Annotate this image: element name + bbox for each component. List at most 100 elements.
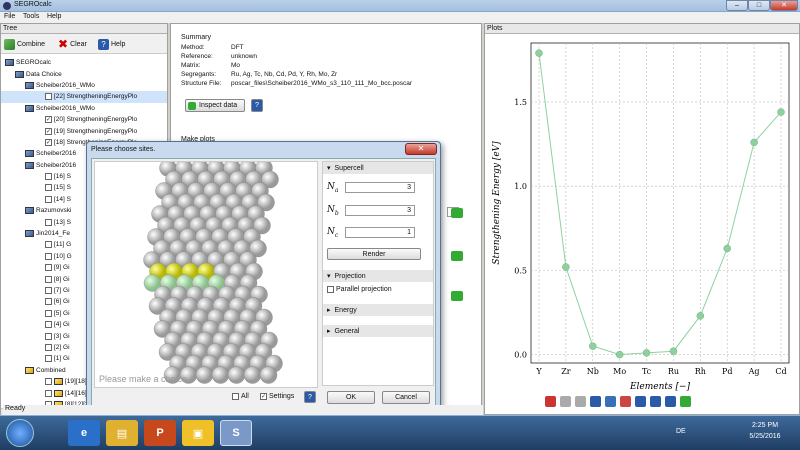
tree-checkbox[interactable]	[45, 93, 52, 101]
x-tick-label: Ag	[748, 367, 760, 376]
tree-checkbox[interactable]	[45, 252, 52, 260]
atom[interactable]	[259, 366, 278, 384]
start-button[interactable]	[6, 419, 34, 447]
atom-structure[interactable]	[95, 162, 318, 388]
apply-icon[interactable]	[451, 251, 463, 261]
y-tick-label: 0.5	[514, 266, 527, 275]
help-icon[interactable]	[665, 396, 676, 407]
energy-section[interactable]: ▸ Energy	[323, 304, 433, 316]
parallel-projection-checkbox[interactable]: Parallel projection	[327, 286, 392, 293]
zoom-icon[interactable]	[605, 396, 616, 407]
tree-item[interactable]: ✓ [19] StrengtheningEnergyPlo	[1, 125, 167, 136]
tree-checkbox[interactable]	[45, 287, 52, 294]
tree-checkbox[interactable]	[45, 309, 52, 317]
settings-checkbox[interactable]: ✓ Settings	[260, 393, 294, 400]
supercell-section[interactable]: ▾ Supercell	[323, 162, 433, 174]
ie-icon[interactable]: e	[68, 420, 100, 446]
apply-icon[interactable]	[451, 291, 463, 301]
tree-item[interactable]: [22] StrengtheningEnergyPlo	[1, 91, 167, 103]
choose-sites-dialog: Please choose sites. ✕ Please make a cho…	[86, 141, 441, 413]
render-button[interactable]: Render	[327, 248, 421, 260]
tree-checkbox[interactable]	[45, 389, 52, 397]
tree-item[interactable]: ✓ [20] StrengtheningEnergyPlo	[1, 114, 167, 125]
tree-checkbox[interactable]	[45, 378, 52, 386]
tree-checkbox[interactable]	[45, 264, 52, 272]
clock-time[interactable]: 2:25 PM	[745, 422, 785, 429]
menu-tools[interactable]: Tools	[23, 13, 39, 20]
cancel-button[interactable]: Cancel	[382, 391, 430, 404]
segrocalc-taskbar-icon[interactable]: S	[220, 420, 252, 446]
plot-toolbar	[545, 396, 691, 407]
nb-input[interactable]: 3	[345, 205, 415, 216]
tree-item[interactable]: SEGROcalc	[1, 57, 167, 68]
apply-icon[interactable]	[451, 208, 463, 218]
help-icon: ?	[98, 39, 109, 50]
save-icon[interactable]	[635, 396, 646, 407]
close-button[interactable]: ✕	[770, 0, 798, 11]
tree-checkbox[interactable]: ✓	[45, 127, 52, 135]
x-axis-label: Elements [−]	[629, 382, 691, 392]
window-title: SEGROcalc	[14, 1, 52, 8]
clear-button[interactable]: ✖ Clear	[58, 38, 87, 51]
tree-checkbox[interactable]	[45, 275, 52, 283]
atom[interactable]	[227, 366, 246, 384]
tree-checkbox[interactable]	[45, 321, 52, 329]
tree-checkbox[interactable]	[45, 241, 52, 249]
dialog-help-button[interactable]: ?	[304, 391, 316, 403]
general-section[interactable]: ▸ General	[323, 325, 433, 337]
info-icon[interactable]	[680, 396, 691, 407]
tree-checkbox[interactable]	[45, 343, 52, 351]
minimize-button[interactable]: –	[726, 0, 748, 11]
summary-key: Reference:	[181, 53, 213, 60]
tree-checkbox[interactable]	[45, 173, 52, 181]
tree-checkbox[interactable]: ✓	[45, 116, 52, 124]
settings-icon[interactable]	[650, 396, 661, 407]
tree-checkbox[interactable]	[45, 195, 52, 203]
summary-help-button[interactable]: ?	[251, 99, 263, 112]
all-checkbox[interactable]: All	[232, 393, 249, 400]
clock-date[interactable]: 5/25/2016	[745, 433, 785, 440]
dataset-icon	[25, 230, 34, 238]
status-bar: Ready	[3, 405, 483, 415]
projection-section[interactable]: ▾ Projection	[323, 270, 433, 282]
pan-icon[interactable]	[590, 396, 601, 407]
na-input[interactable]: 3	[345, 182, 415, 193]
summary-value: DFT	[231, 44, 244, 51]
menu-help[interactable]: Help	[47, 13, 61, 20]
tree-item[interactable]: Scheiber2016_WMo	[1, 103, 167, 114]
tree-item-label: Scheiber2016	[36, 150, 77, 158]
tree-checkbox[interactable]	[45, 298, 52, 306]
menu-file[interactable]: File	[4, 13, 15, 20]
nc-input[interactable]: 1	[345, 227, 415, 238]
forward-icon[interactable]	[575, 396, 586, 407]
powerpoint-icon[interactable]: P	[144, 420, 176, 446]
tree-checkbox[interactable]	[45, 218, 52, 226]
tree-checkbox[interactable]	[45, 184, 52, 192]
home-icon[interactable]	[545, 396, 556, 407]
atom[interactable]	[211, 366, 230, 384]
back-icon[interactable]	[560, 396, 571, 407]
folder-icon[interactable]: ▣	[182, 420, 214, 446]
structure-viewer[interactable]: Please make a choice	[94, 161, 318, 388]
tree-checkbox[interactable]	[45, 332, 52, 340]
dataset-icon	[25, 104, 34, 112]
combine-button[interactable]: Combine	[4, 38, 45, 51]
tree-item[interactable]: Data Choice	[1, 68, 167, 79]
tree-item[interactable]: Scheiber2016_WMo	[1, 80, 167, 91]
data-point	[615, 350, 624, 359]
summary-table: Method: DFT Reference: unknown Matrix: Mo Segr…	[181, 44, 412, 89]
language-indicator[interactable]: DE	[676, 428, 686, 435]
tree-checkbox[interactable]	[45, 355, 52, 363]
inspect-data-button[interactable]: Inspect data	[185, 99, 245, 112]
tree-checkbox[interactable]: ✓	[45, 138, 52, 146]
dialog-close-button[interactable]: ✕	[405, 143, 437, 155]
ok-button[interactable]: OK	[327, 391, 375, 404]
maximize-button[interactable]: □	[748, 0, 770, 11]
atom[interactable]	[195, 366, 214, 384]
help-button[interactable]: ? Help	[98, 38, 125, 51]
dataset-icon	[25, 161, 34, 169]
tree-item-label: Scheiber2016_WMo	[36, 81, 95, 89]
subplots-icon[interactable]	[620, 396, 631, 407]
explorer-icon[interactable]: ▤	[106, 420, 138, 446]
atom[interactable]	[243, 366, 262, 384]
